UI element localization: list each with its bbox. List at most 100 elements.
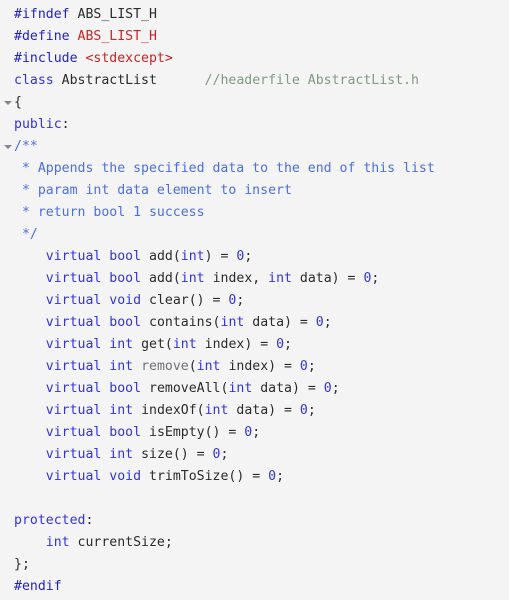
keyword-public: public xyxy=(14,117,62,132)
keyword-virtual: virtual xyxy=(45,381,102,396)
code-line-1[interactable]: #ifndef ABS_LIST_H xyxy=(14,4,509,26)
keyword-virtual: virtual xyxy=(45,447,102,462)
function-name-isempty: isEmpty xyxy=(149,425,205,440)
code-line-4[interactable]: class AbstractList //headerfile Abstract… xyxy=(14,70,509,92)
code-line-13[interactable]: virtual bool add(int index, int data) = … xyxy=(14,268,509,290)
keyword-type: int xyxy=(172,337,197,352)
code-line-27[interactable]: #endif xyxy=(14,576,509,598)
code-line-11[interactable]: */ xyxy=(14,224,509,246)
keyword-type: bool xyxy=(109,425,142,440)
code-line-3[interactable]: #include <stdexcept> xyxy=(14,48,509,70)
paren-open: ( xyxy=(172,249,181,264)
keyword-type: int xyxy=(180,271,205,286)
param-index: index) = xyxy=(220,359,300,374)
code-line-8[interactable]: * Appends the specified data to the end … xyxy=(14,158,509,180)
code-line-12[interactable]: virtual bool add(int) = 0; xyxy=(14,246,509,268)
block-comment-text: * Appends the specified data to the end … xyxy=(14,161,435,176)
number-zero: 0 xyxy=(212,447,221,462)
keyword-type: int xyxy=(109,337,134,352)
param-data: data) = xyxy=(244,315,316,330)
keyword-type: bool xyxy=(109,249,142,264)
keyword-type: int xyxy=(228,381,253,396)
code-line-18[interactable]: virtual bool removeAll(int data) = 0; xyxy=(14,378,509,400)
chevron-down-icon xyxy=(3,101,12,105)
block-comment-text: * param int data element to insert xyxy=(14,183,292,198)
param-data: data) = xyxy=(228,403,300,418)
code-line-15[interactable]: virtual bool contains(int data) = 0; xyxy=(14,312,509,334)
fold-gutter[interactable] xyxy=(0,0,14,600)
keyword-type: int xyxy=(196,359,221,374)
param-index: index) = xyxy=(196,337,277,352)
code-editor[interactable]: #ifndef ABS_LIST_H #define ABS_LIST_H #i… xyxy=(0,0,509,600)
chevron-down-icon xyxy=(3,145,12,149)
brace-open: { xyxy=(14,95,22,110)
code-line-22[interactable]: virtual void trimToSize() = 0; xyxy=(14,466,509,488)
code-line-7[interactable]: /** xyxy=(14,136,509,158)
function-name-remove: remove xyxy=(141,359,189,374)
code-line-21[interactable]: virtual int size() = 0; xyxy=(14,444,509,466)
keyword-type: int xyxy=(109,359,134,374)
code-line-10[interactable]: * return bool 1 success xyxy=(14,202,509,224)
colon: : xyxy=(61,117,70,132)
param-data: data) = xyxy=(291,271,364,286)
semicolon: ; xyxy=(331,381,340,396)
code-line-20[interactable]: virtual bool isEmpty() = 0; xyxy=(14,422,509,444)
code-line-16[interactable]: virtual int get(int index) = 0; xyxy=(14,334,509,356)
code-line-19[interactable]: virtual int indexOf(int data) = 0; xyxy=(14,400,509,422)
number-zero: 0 xyxy=(276,337,285,352)
semicolon: ; xyxy=(307,403,316,418)
keyword-virtual: virtual xyxy=(45,337,102,352)
fold-marker-block-comment[interactable] xyxy=(3,136,12,158)
keyword-virtual: virtual xyxy=(45,359,102,374)
number-zero: 0 xyxy=(299,359,308,374)
keyword-virtual: virtual xyxy=(45,271,102,286)
code-line-23-blank[interactable] xyxy=(14,488,509,510)
semicolon: ; xyxy=(307,359,316,374)
paren-open: ( xyxy=(196,403,205,418)
function-name-add: add xyxy=(149,271,173,286)
function-name-size: size xyxy=(141,447,173,462)
paren-close-assign: ) = xyxy=(204,249,237,264)
code-line-26[interactable]: }; xyxy=(14,554,509,576)
code-line-14[interactable]: virtual void clear() = 0; xyxy=(14,290,509,312)
code-line-25[interactable]: int currentSize; xyxy=(14,532,509,554)
parens-assign: () = xyxy=(228,469,269,484)
semicolon: ; xyxy=(164,535,173,550)
parens-assign: () = xyxy=(188,293,229,308)
number-zero: 0 xyxy=(315,315,324,330)
semicolon: ; xyxy=(371,271,380,286)
block-comment-text: * return bool 1 success xyxy=(14,205,205,220)
keyword-virtual: virtual xyxy=(45,469,102,484)
line-comment-headerfile: //headerfile AbstractList.h xyxy=(204,73,419,88)
fold-marker-class-body[interactable] xyxy=(3,92,12,114)
keyword-type: int xyxy=(109,403,134,418)
code-line-9[interactable]: * param int data element to insert xyxy=(14,180,509,202)
code-line-6[interactable]: public: xyxy=(14,114,509,136)
parens-assign: () = xyxy=(204,425,245,440)
code-line-5[interactable]: { xyxy=(14,92,509,114)
keyword-type: void xyxy=(109,469,142,484)
code-line-2[interactable]: #define ABS_LIST_H xyxy=(14,26,509,48)
keyword-type: bool xyxy=(109,315,142,330)
code-content[interactable]: #ifndef ABS_LIST_H #define ABS_LIST_H #i… xyxy=(14,0,509,600)
keyword-virtual: virtual xyxy=(45,403,102,418)
keyword-type: int xyxy=(220,315,245,330)
block-comment-open: /** xyxy=(14,139,38,154)
keyword-type: int xyxy=(268,271,292,286)
preprocessor-ifndef: #ifndef xyxy=(14,7,70,22)
preprocessor-include: #include xyxy=(14,51,78,66)
keyword-class: class xyxy=(14,73,54,88)
code-line-24[interactable]: protected: xyxy=(14,510,509,532)
keyword-type: bool xyxy=(109,381,142,396)
semicolon: ; xyxy=(284,337,292,352)
code-line-17[interactable]: virtual int remove(int index) = 0; xyxy=(14,356,509,378)
semicolon: ; xyxy=(323,315,332,330)
